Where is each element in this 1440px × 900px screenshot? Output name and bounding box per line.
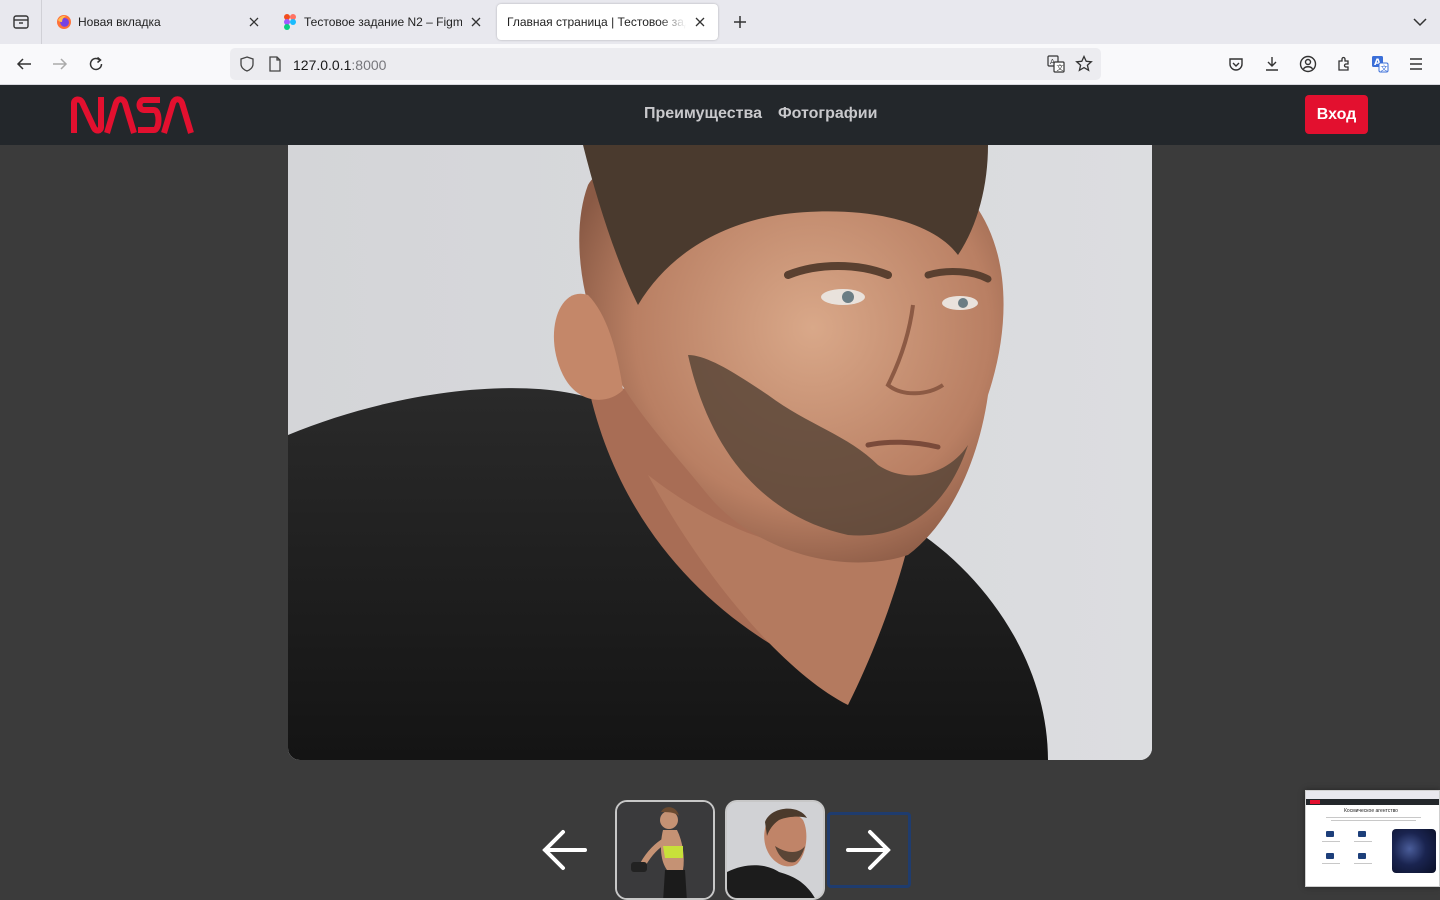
preview-feature-icon [1326,853,1334,859]
window-preview-thumbnail[interactable]: Космическое агентство [1305,790,1440,887]
preview-browser-bar [1306,791,1439,799]
tab-new-tab[interactable]: Новая вкладка [46,4,272,40]
figma-icon [282,14,298,30]
close-tab-icon[interactable] [692,14,708,30]
preview-text-line [1354,841,1372,842]
carousel-next-button[interactable] [827,812,911,888]
shield-icon[interactable] [237,54,257,74]
preview-feature-icon [1358,831,1366,837]
plus-icon [734,16,746,28]
pocket-icon [1229,58,1243,71]
chevron-down-icon [1413,18,1427,27]
thumbnail-image [727,802,823,898]
preview-feature-icon [1358,853,1366,859]
tab-figma[interactable]: Тестовое задание N2 – Figma [272,4,494,40]
preview-logo [1310,800,1320,804]
thumbnail-image [617,802,713,898]
page-icon [265,54,285,74]
account-icon [1299,55,1317,73]
tab-list-icon [12,15,29,29]
extensions-button[interactable] [1330,50,1358,78]
preview-text-line [1322,863,1340,864]
main-nav: Преимущества Фотографии [644,105,877,123]
forward-button[interactable] [46,50,74,78]
preview-text-line [1322,841,1340,842]
browser-tab-strip: Новая вкладка Тестовое задание N2 – Figm… [0,0,1440,44]
url-text: 127.0.0.1:8000 [293,57,386,73]
carousel-prev-button[interactable] [522,812,606,888]
back-button[interactable] [10,50,38,78]
main-carousel-photo [288,145,1152,760]
url-bar[interactable]: 127.0.0.1:8000 A文 [230,48,1101,80]
puzzle-icon [1338,56,1349,71]
reload-icon [89,56,103,71]
preview-heading: Космическое агентство [1344,808,1398,814]
tab-title: Тестовое задание N2 – Figma [304,15,462,29]
portrait-image [288,145,1152,760]
tab-title: Новая вкладка [78,15,161,29]
arrow-left-icon [16,58,31,70]
arrow-right-icon [53,58,68,70]
preview-navbar [1306,799,1439,805]
nav-link-advantages[interactable]: Преимущества [644,105,762,123]
nasa-logo[interactable] [70,95,194,135]
preview-space-image [1392,829,1436,873]
login-button[interactable]: Вход [1305,95,1368,134]
menu-button[interactable] [1402,50,1430,78]
translate-extension-icon: A文 [1372,56,1389,73]
firefox-icon [56,14,72,30]
site-navbar: Преимущества Фотографии Вход [0,85,1440,145]
preview-text-line [1354,863,1372,864]
pocket-button[interactable] [1222,50,1250,78]
arrow-right-icon [846,830,891,870]
hamburger-menu-icon [1410,58,1422,70]
new-tab-button[interactable] [726,8,754,36]
translate-icon[interactable]: A文 [1046,54,1066,74]
close-tab-icon[interactable] [246,14,262,30]
arrow-left-icon [542,830,587,870]
download-icon [1266,57,1278,71]
account-button[interactable] [1294,50,1322,78]
tab-title: Главная страница | Тестовое задание [507,15,686,29]
tab-list-button[interactable] [0,0,42,44]
preview-text-line [1331,820,1416,821]
preview-text-line [1326,817,1421,818]
svg-text:A: A [1050,58,1055,66]
nav-link-photos[interactable]: Фотографии [778,105,877,123]
url-port: :8000 [351,57,387,73]
preview-feature-icon [1326,831,1334,837]
svg-text:文: 文 [1057,63,1064,72]
url-host: 127.0.0.1 [293,57,352,73]
translate-extension-button[interactable]: A文 [1366,50,1394,78]
reload-button[interactable] [82,50,110,78]
list-all-tabs-button[interactable] [1406,8,1434,36]
bookmark-star-icon[interactable] [1074,54,1094,74]
close-tab-icon[interactable] [468,14,484,30]
downloads-button[interactable] [1258,50,1286,78]
browser-toolbar: 127.0.0.1:8000 A文 A文 [0,44,1440,85]
carousel-thumbnail-woman[interactable] [615,800,715,900]
svg-text:文: 文 [1381,64,1388,73]
tab-main-page[interactable]: Главная страница | Тестовое задание [497,4,718,40]
carousel-thumbnail-man[interactable] [725,800,825,900]
